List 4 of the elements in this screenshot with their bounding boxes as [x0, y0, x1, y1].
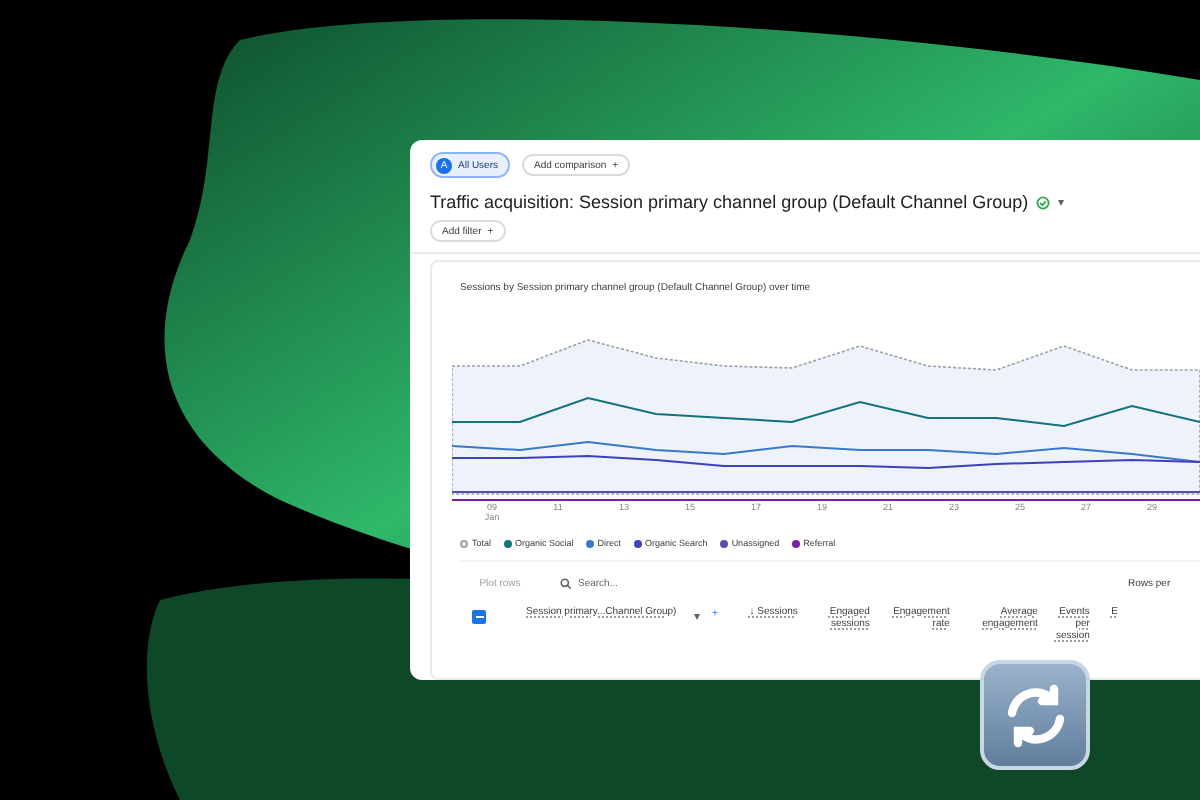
search-icon — [560, 578, 572, 590]
select-all-checkbox[interactable] — [472, 610, 486, 624]
check-circle-icon — [1036, 195, 1051, 209]
report-title: Traffic acquisition: Session primary channel group (Default Channel Group) — [430, 192, 1029, 212]
